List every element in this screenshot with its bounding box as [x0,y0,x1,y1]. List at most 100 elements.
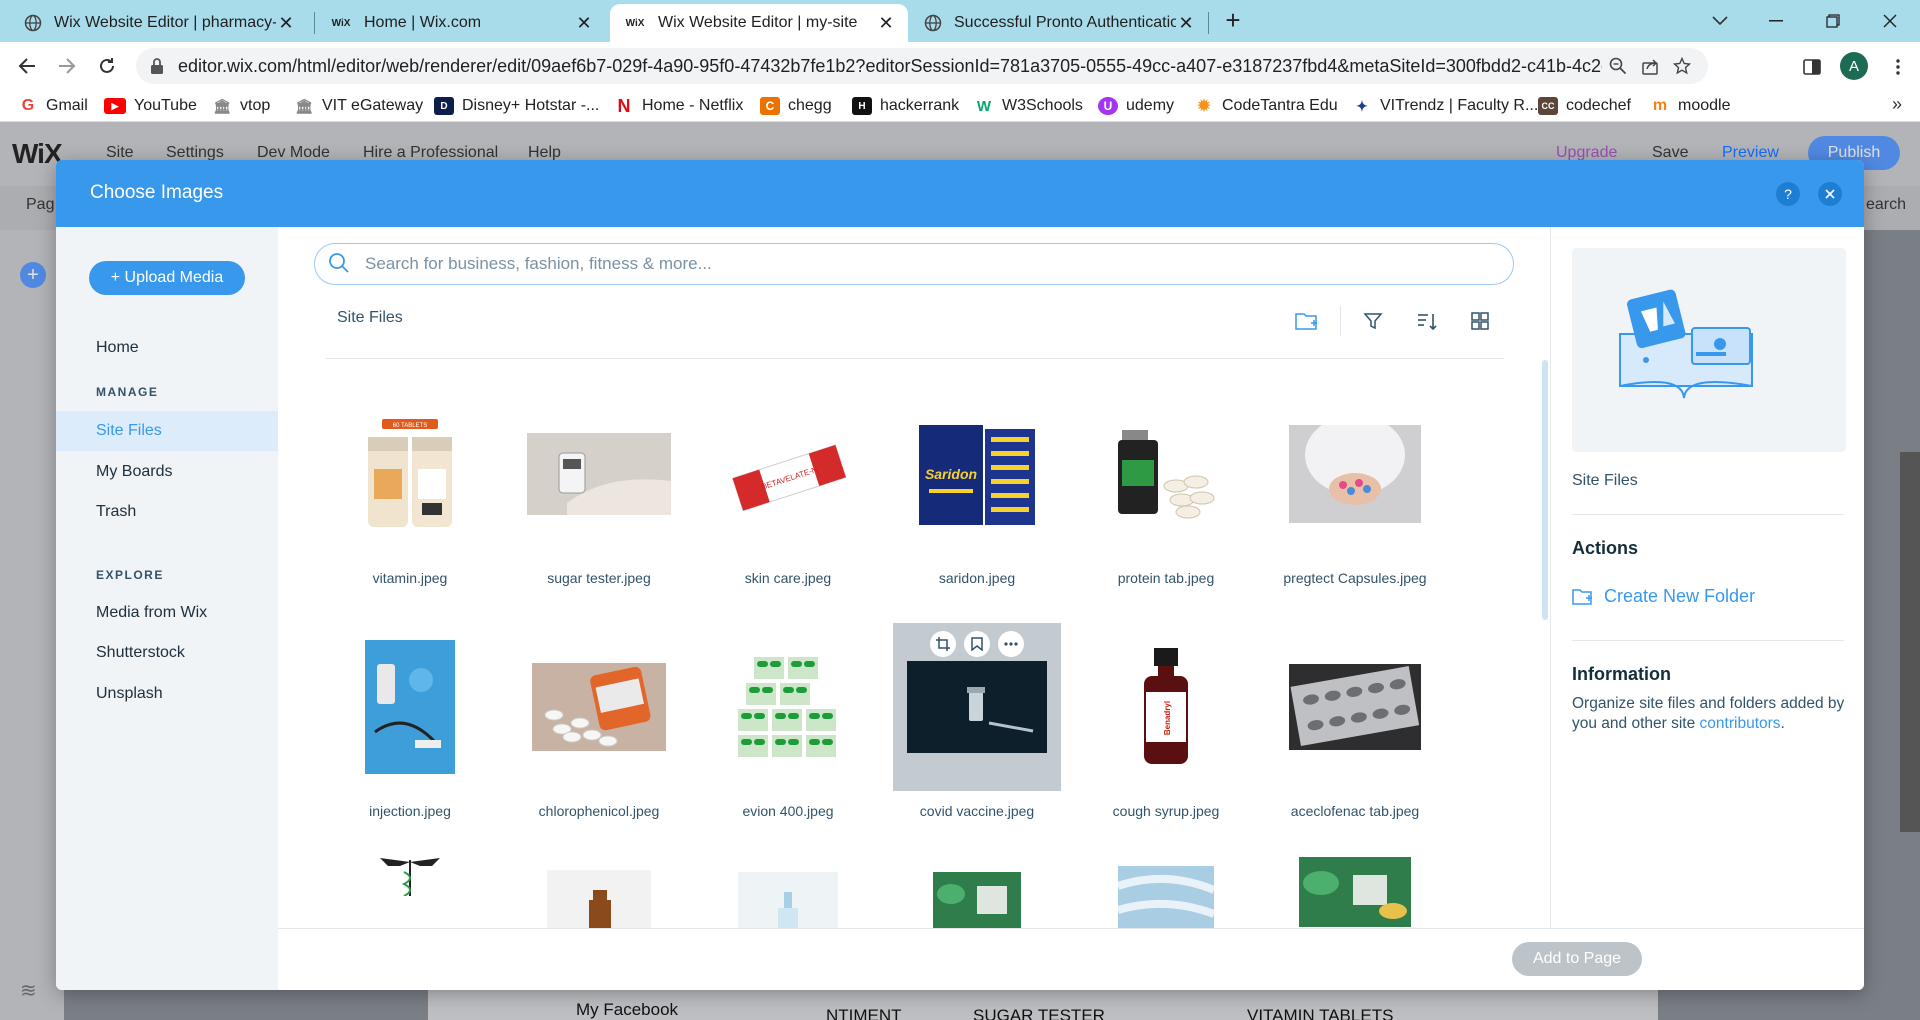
zoom-icon[interactable] [1602,50,1634,82]
media-tile-chlorophenicol[interactable]: chlorophenicol.jpeg [515,623,683,819]
help-icon[interactable]: ? [1776,182,1800,206]
editor-scrollbar[interactable] [1900,452,1920,832]
bookmark-label: VIT eGateway [322,97,424,114]
media-tile-vitamin[interactable]: 60 TABLETS vitamin.jpeg [326,390,494,586]
bookmark-chegg[interactable]: Cchegg [760,95,832,117]
close-tab-icon[interactable]: ✕ [276,13,296,33]
media-tile-covid-vaccine[interactable]: covid vaccine.jpeg [893,623,1061,819]
media-tile-pregtect-capsules[interactable]: pregtect Capsules.jpeg [1271,390,1439,586]
media-tile-sugar-tester[interactable]: sugar tester.jpeg [515,390,683,586]
profile-avatar[interactable]: A [1840,52,1868,80]
toolbar-divider [1340,306,1341,336]
editor-search-partial[interactable]: earch [1866,196,1906,214]
grid-scrollbar[interactable] [1542,360,1548,620]
tab-pronto-auth[interactable]: Successful Pronto Authentication ✕ [910,4,1208,42]
editor-pages-partial[interactable]: Pag [26,196,54,214]
tab-wix-home[interactable]: WiX Home | Wix.com ✕ [316,4,606,42]
sidebar-item-home[interactable]: Home [56,328,278,368]
sidebar-item-trash[interactable]: Trash [56,492,278,532]
new-folder-icon[interactable] [1294,308,1320,334]
file-name: aceclofenac tab.jpeg [1290,803,1420,819]
sidebar-item-my-boards[interactable]: My Boards [56,452,278,492]
bookmark-netflix[interactable]: N Home - Netflix [614,95,744,117]
add-elements-icon[interactable]: + [20,262,46,288]
bookmark-codetantra[interactable]: ✹ CodeTantra Edu [1194,95,1337,117]
media-tile-cough-syrup[interactable]: Benadryl cough syrup.jpeg [1082,623,1250,819]
cough-brand-text: Benadryl [1163,701,1172,735]
chegg-icon: C [760,97,780,115]
bookmark-moodle[interactable]: m moodle [1650,95,1731,117]
close-window-icon[interactable] [1870,6,1910,36]
media-tile-saridon[interactable]: Saridon saridon.jpeg [893,390,1061,586]
file-name: vitamin.jpeg [372,570,448,586]
create-new-folder-link[interactable]: Create New Folder [1572,586,1755,607]
url-text[interactable]: editor.wix.com/html/editor/web/renderer/… [178,56,1602,77]
media-tile-aceclofenac[interactable]: aceclofenac tab.jpeg [1271,623,1439,819]
bookmark-vit-egateway[interactable]: 🏛 VIT eGateway [294,95,423,117]
side-panel-icon[interactable] [1800,55,1824,79]
forward-icon[interactable] [52,52,82,80]
media-tile-evion[interactable]: evion 400.jpeg [704,623,872,819]
codechef-icon: CC [1538,97,1558,115]
close-tab-icon[interactable]: ✕ [574,13,594,33]
share-icon[interactable] [1634,50,1666,82]
reload-icon[interactable] [92,52,122,80]
bookmark-hotstar[interactable]: D Disney+ Hotstar -... [434,95,599,117]
upload-media-button[interactable]: + Upload Media [89,261,245,295]
information-heading: Information [1572,664,1671,684]
sidebar-item-site-files[interactable]: Site Files [56,411,278,451]
file-name: covid vaccine.jpeg [919,803,1035,819]
back-icon[interactable] [12,52,42,80]
bookmark-gmail[interactable]: G Gmail [18,95,88,117]
close-tab-icon[interactable]: ✕ [876,13,896,33]
bookmark-w3schools[interactable]: W W3Schools [974,95,1083,117]
media-search-input[interactable]: Search for business, fashion, fitness & … [314,243,1514,285]
browser-menu-icon[interactable] [1886,55,1910,79]
bookmark-udemy[interactable]: Uudemy [1098,95,1174,117]
youtube-icon: ▶ [104,98,126,114]
more-bookmarks-icon[interactable]: » [1892,94,1902,115]
restore-icon[interactable] [1813,6,1853,36]
media-tile-skin-care[interactable]: BETAVELATE-N skin care.jpeg [704,390,872,586]
bookmark-hackerrank[interactable]: Hhackerrank [852,95,959,117]
lock-icon[interactable] [150,57,168,75]
media-tile-protein-tab[interactable]: protein tab.jpeg [1082,390,1250,586]
vitrendz-icon: ✦ [1356,97,1368,114]
crop-icon[interactable] [930,631,956,657]
grid-view-icon[interactable] [1467,308,1493,334]
save-to-board-icon[interactable] [964,631,990,657]
address-bar[interactable]: editor.wix.com/html/editor/web/renderer/… [136,48,1708,84]
gmail-icon: G [21,97,35,114]
sidebar-item-shutterstock[interactable]: Shutterstock [56,633,278,673]
tab-separator [314,12,315,34]
minimize-icon[interactable] [1756,6,1796,36]
tab-pharmacy-editor[interactable]: Wix Website Editor | pharmacy-a ✕ [10,4,308,42]
tab-title: Wix Website Editor | my-site [658,14,858,31]
bookmark-codechef[interactable]: CC codechef [1538,95,1631,117]
thumbnail-protein-tab [1082,390,1250,558]
filter-icon[interactable] [1360,308,1386,334]
tab-my-site-editor[interactable]: WiX Wix Website Editor | my-site ✕ [610,4,908,42]
media-tile-injection[interactable]: injection.jpeg [326,623,494,819]
sort-icon[interactable] [1414,308,1440,334]
add-to-page-button[interactable]: Add to Page [1512,942,1642,976]
bookmark-label: VITrendz | Faculty R... [1380,97,1539,114]
new-tab-button[interactable]: + [1220,7,1246,34]
bookmark-label: Home - Netflix [642,97,744,114]
contributors-link[interactable]: contributors [1700,715,1781,732]
saridon-brand-text: Saridon [925,466,977,482]
tab-search-chevron-icon[interactable] [1700,6,1740,36]
thumbnail-sugar-tester [515,390,683,558]
more-actions-icon[interactable] [998,631,1024,657]
bookmark-vitrendz[interactable]: ✦ VITrendz | Faculty R... [1352,95,1538,117]
layers-icon[interactable]: ≋ [20,978,46,1004]
tab-title: Home | Wix.com [364,14,482,31]
sidebar-item-media-from-wix[interactable]: Media from Wix [56,593,278,633]
bookmark-star-icon[interactable] [1666,50,1698,82]
bookmark-vtop[interactable]: 🏛 vtop [212,95,270,117]
sidebar-item-unsplash[interactable]: Unsplash [56,674,278,714]
close-tab-icon[interactable]: ✕ [1176,13,1196,33]
close-icon[interactable] [1818,182,1842,206]
bookmark-youtube[interactable]: ▶ YouTube [104,95,197,117]
search-icon [327,251,353,277]
